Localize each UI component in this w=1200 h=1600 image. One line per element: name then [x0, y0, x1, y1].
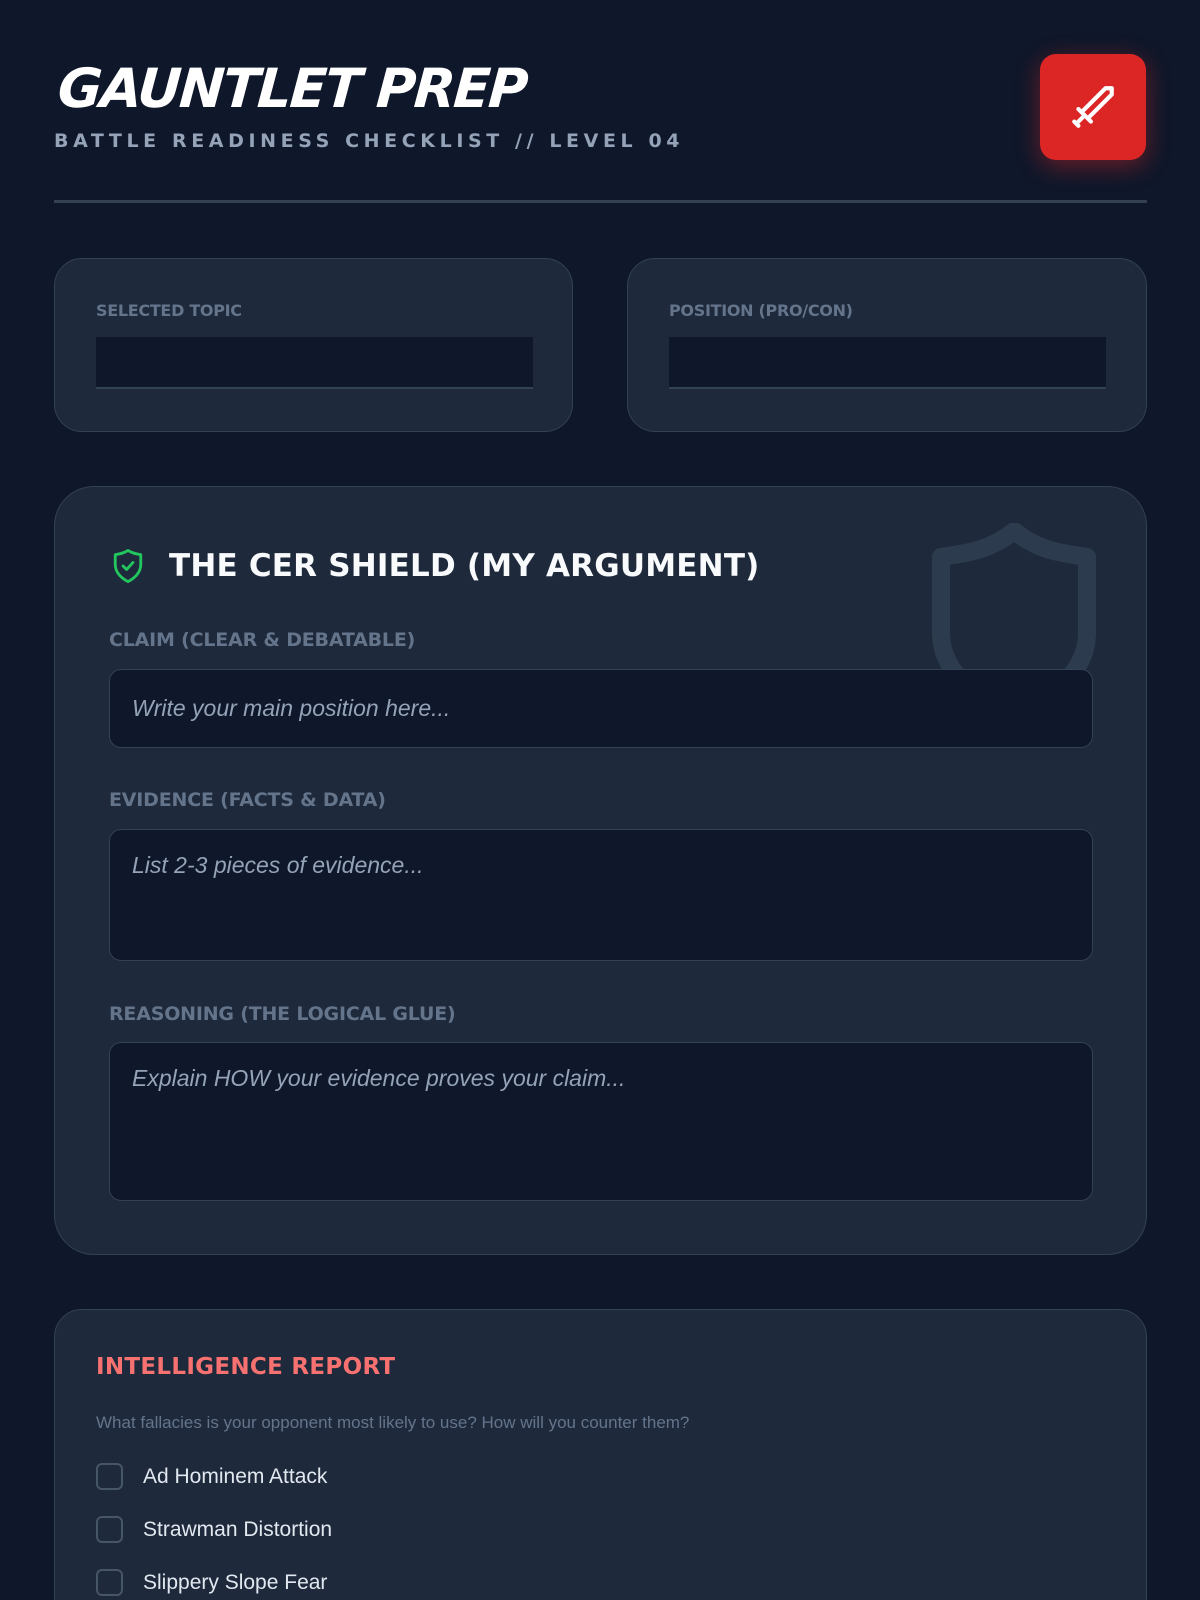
position-card: POSITION (PRO/CON) — [627, 258, 1147, 432]
fallacy-item-strawman[interactable]: Strawman Distortion — [96, 1516, 332, 1543]
intelligence-report-card: INTELLIGENCE REPORT What fallacies is yo… — [54, 1309, 1147, 1600]
topic-label: SELECTED TOPIC — [96, 301, 242, 320]
fallacy-label: Slippery Slope Fear — [143, 1570, 328, 1594]
page-title: GAUNTLET PREP — [55, 57, 529, 120]
checkbox[interactable] — [96, 1569, 123, 1596]
evidence-textarea[interactable] — [109, 829, 1093, 961]
intelligence-report-title: INTELLIGENCE REPORT — [96, 1354, 396, 1380]
cer-shield-card: THE CER SHIELD (MY ARGUMENT) CLAIM (CLEA… — [54, 486, 1147, 1255]
reasoning-textarea[interactable] — [109, 1042, 1093, 1201]
position-input[interactable] — [669, 337, 1106, 389]
reasoning-label: REASONING (THE LOGICAL GLUE) — [109, 1003, 456, 1025]
fallacy-label: Strawman Distortion — [143, 1517, 333, 1541]
claim-label: CLAIM (CLEAR & DEBATABLE) — [109, 629, 416, 651]
header-divider — [54, 200, 1147, 203]
topic-card: SELECTED TOPIC — [54, 258, 573, 432]
checkbox[interactable] — [96, 1463, 123, 1490]
cer-title: THE CER SHIELD (MY ARGUMENT) — [169, 548, 760, 584]
sword-icon — [1072, 86, 1114, 128]
position-label: POSITION (PRO/CON) — [669, 301, 853, 320]
cer-header: THE CER SHIELD (MY ARGUMENT) — [111, 547, 760, 585]
fallacy-label: Ad Hominem Attack — [143, 1464, 328, 1488]
checkbox[interactable] — [96, 1516, 123, 1543]
evidence-label: EVIDENCE (FACTS & DATA) — [109, 789, 386, 811]
page-subtitle: BATTLE READINESS CHECKLIST // LEVEL 04 — [54, 130, 685, 152]
claim-input[interactable] — [109, 669, 1093, 748]
intelligence-report-description: What fallacies is your opponent most lik… — [96, 1413, 690, 1432]
page: GAUNTLET PREP BATTLE READINESS CHECKLIST… — [0, 0, 1200, 1600]
fallacy-item-ad-hominem[interactable]: Ad Hominem Attack — [96, 1463, 327, 1490]
shield-check-icon — [113, 549, 143, 583]
sword-button[interactable] — [1040, 54, 1146, 160]
fallacy-item-slippery-slope[interactable]: Slippery Slope Fear — [96, 1569, 327, 1596]
topic-input[interactable] — [96, 337, 533, 389]
